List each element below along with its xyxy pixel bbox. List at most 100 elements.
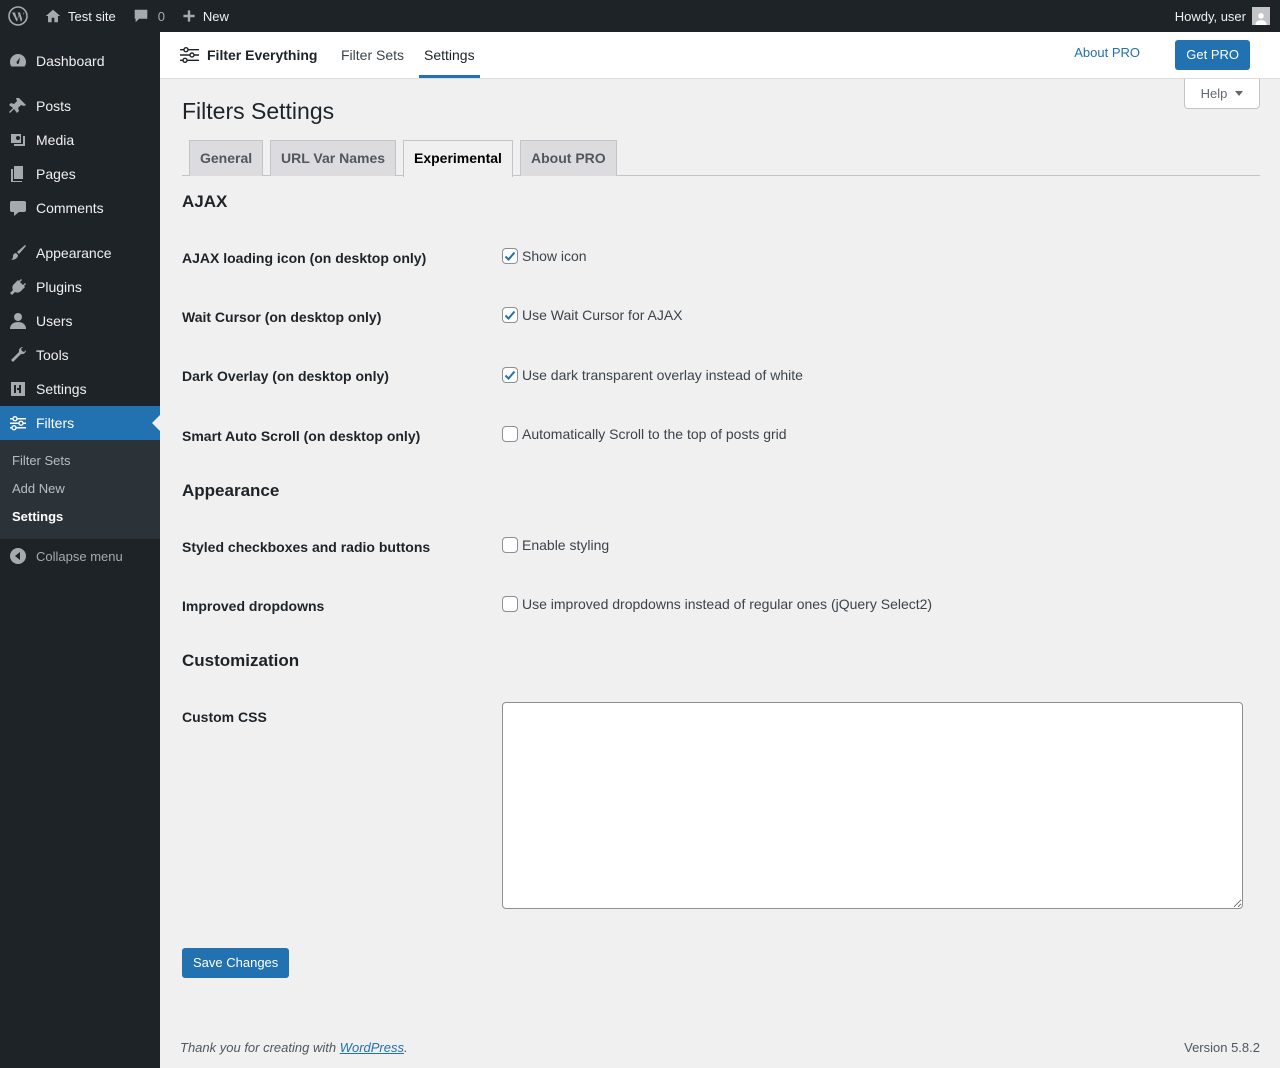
sidebar-item-posts[interactable]: Posts [0,89,160,123]
pages-icon [8,164,28,184]
get-pro-button[interactable]: Get PRO [1175,40,1250,70]
sidebar-item-label: Tools [36,347,69,363]
collapse-menu-button[interactable]: Collapse menu [0,539,160,573]
user-icon [8,311,28,331]
ajax-loading-icon-option[interactable]: Show icon [502,248,587,264]
sidebar-item-media[interactable]: Media [0,123,160,157]
brush-icon [8,243,28,263]
sidebar-item-label: Users [36,313,73,329]
tab-settings[interactable]: Settings [419,32,480,78]
dark-overlay-checkbox[interactable] [502,367,518,383]
my-account[interactable]: Howdy, user [1175,0,1280,32]
sidebar-item-label: Media [36,132,75,148]
sidebar-item-tools[interactable]: Tools [0,338,160,372]
footer-thanks-suffix: . [404,1040,408,1055]
tab-general[interactable]: General [189,140,264,176]
comment-icon [134,9,147,23]
help-button[interactable]: Help [1184,79,1260,109]
sidebar-item-label: Dashboard [36,53,105,69]
filters-submenu: Filter Sets Add New Settings [0,440,160,539]
collapse-arrow-icon [10,548,26,564]
caret-down-icon [1235,91,1244,96]
comment-icon [8,198,28,218]
submenu-filter-sets[interactable]: Filter Sets [0,447,160,475]
wrench-icon [8,345,28,365]
ajax-loading-icon-label: AJAX loading icon (on desktop only) [182,250,427,266]
sliders-icon [180,47,199,63]
smart-auto-scroll-option-label: Automatically Scroll to the top of posts… [522,426,787,442]
media-icon [8,130,28,150]
pin-icon [8,96,28,116]
improved-dropdowns-option[interactable]: Use improved dropdowns instead of regula… [502,596,932,612]
site-name-link[interactable]: Test site [36,0,124,32]
about-pro-link[interactable]: About PRO [1074,45,1140,60]
plugin-brand-label: Filter Everything [207,47,318,63]
dark-overlay-option-label: Use dark transparent overlay instead of … [522,367,803,383]
checkmark-icon [504,370,516,380]
sidebar-item-label: Settings [36,381,87,397]
settings-tabs: General URL Var Names Experimental About… [182,140,1260,177]
sidebar-item-filters[interactable]: Filters [0,406,160,440]
section-title-ajax: AJAX [182,192,228,211]
dark-overlay-option[interactable]: Use dark transparent overlay instead of … [502,367,803,383]
improved-dropdowns-option-label: Use improved dropdowns instead of regula… [522,596,933,612]
tab-about-pro[interactable]: About PRO [520,140,617,176]
section-title-customization: Customization [182,651,300,670]
comments-link[interactable]: 0 [124,0,173,32]
submenu-settings[interactable]: Settings [0,503,160,531]
new-content-link[interactable]: New [173,0,237,32]
smart-auto-scroll-option[interactable]: Automatically Scroll to the top of posts… [502,426,787,442]
improved-dropdowns-checkbox[interactable] [502,596,518,612]
footer-version: Version 5.8.2 [1184,1040,1260,1055]
wordpress-link[interactable]: WordPress [340,1040,404,1055]
new-label: New [202,8,229,24]
avatar [1252,7,1270,25]
tab-experimental[interactable]: Experimental [403,140,513,177]
styled-checkboxes-option[interactable]: Enable styling [502,537,609,553]
wordpress-logo-icon[interactable] [0,0,36,32]
sidebar-item-appearance[interactable]: Appearance [0,236,160,270]
submenu-add-new[interactable]: Add New [0,475,160,503]
comments-count: 0 [157,8,165,24]
wait-cursor-checkbox[interactable] [502,307,518,323]
styled-checkboxes-checkbox[interactable] [502,537,518,553]
sidebar-item-label: Appearance [36,245,112,261]
sidebar-item-plugins[interactable]: Plugins [0,270,160,304]
save-changes-button[interactable]: Save Changes [182,948,290,978]
plus-icon [183,10,195,22]
ajax-loading-icon-option-label: Show icon [522,248,587,264]
help-label: Help [1200,86,1228,101]
wait-cursor-option[interactable]: Use Wait Cursor for AJAX [502,307,683,323]
page-title: Filters Settings [182,98,335,124]
sidebar-item-users[interactable]: Users [0,304,160,338]
tab-filter-sets[interactable]: Filter Sets [341,32,404,78]
sidebar-item-dashboard[interactable]: Dashboard [0,44,160,78]
sliders-icon [8,413,28,433]
wait-cursor-label: Wait Cursor (on desktop only) [182,309,382,325]
sidebar-item-label: Comments [36,200,104,216]
footer-thanks: Thank you for creating with WordPress. [180,1040,408,1055]
greeting: Howdy, user [1174,8,1246,24]
sidebar-item-comments[interactable]: Comments [0,191,160,225]
improved-dropdowns-label: Improved dropdowns [182,598,325,614]
ajax-loading-icon-checkbox[interactable] [502,248,518,264]
footer-thanks-prefix: Thank you for creating with [180,1040,340,1055]
styled-checkboxes-option-label: Enable styling [522,537,610,553]
tab-url-var-names[interactable]: URL Var Names [270,140,397,176]
admin-sidebar: Dashboard Posts Media Pages Comments App… [0,32,160,1068]
home-icon [45,9,61,23]
sidebar-item-label: Plugins [36,279,82,295]
sidebar-item-settings[interactable]: Settings [0,372,160,406]
checkmark-icon [504,310,516,320]
smart-auto-scroll-checkbox[interactable] [502,426,518,442]
plug-icon [8,277,28,297]
section-title-appearance: Appearance [182,481,280,500]
smart-auto-scroll-label: Smart Auto Scroll (on desktop only) [182,428,421,444]
custom-css-textarea[interactable] [502,702,1243,909]
dark-overlay-label: Dark Overlay (on desktop only) [182,368,389,384]
admin-bar: Test site 0 New Howdy, user [0,0,1280,32]
sidebar-item-pages[interactable]: Pages [0,157,160,191]
sidebar-item-label: Filters [36,415,75,431]
site-name: Test site [68,8,116,24]
custom-css-label: Custom CSS [182,709,267,725]
